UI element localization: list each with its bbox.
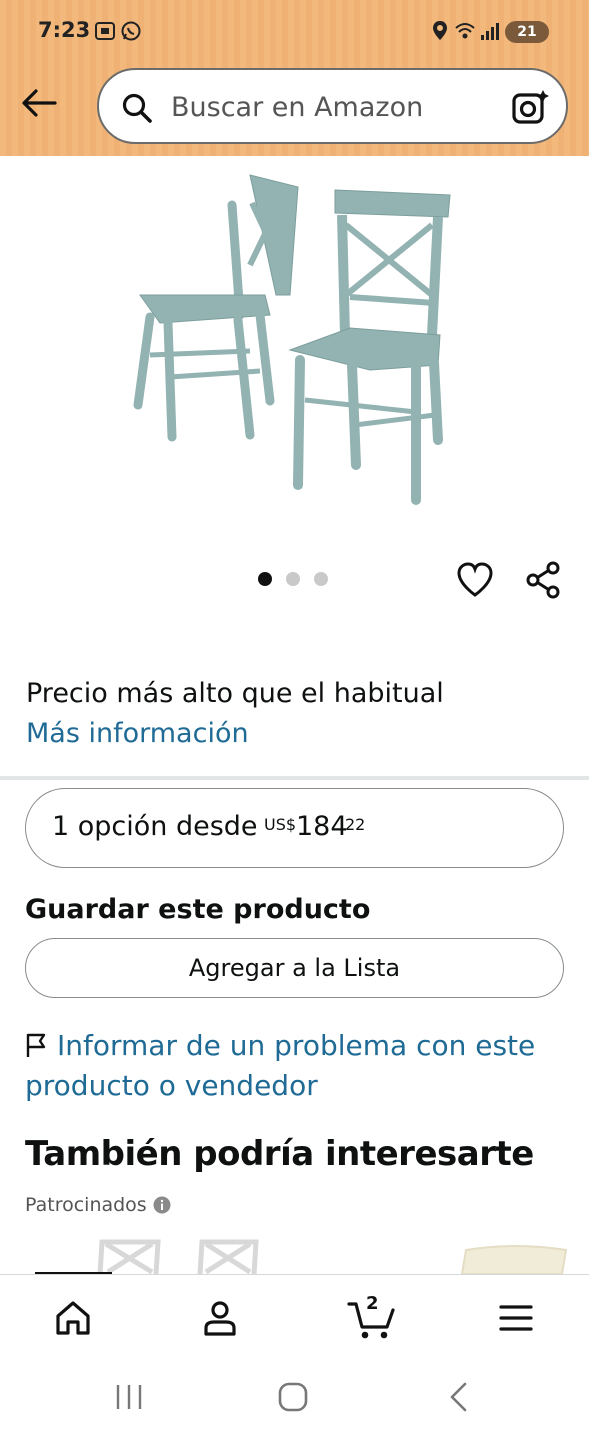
product-thumbnail xyxy=(460,1245,568,1274)
battery-icon: 21 xyxy=(505,21,549,43)
price-currency: US$ xyxy=(264,815,297,834)
more-info-link[interactable]: Más información xyxy=(26,718,249,749)
system-back-icon[interactable] xyxy=(448,1382,470,1416)
sponsored-text: Patrocinados xyxy=(25,1194,147,1216)
camera-lens-icon[interactable] xyxy=(511,88,549,130)
location-icon xyxy=(432,20,448,46)
whatsapp-icon xyxy=(120,20,142,46)
image-pager-dots[interactable] xyxy=(258,572,328,586)
product-thumbnail xyxy=(197,1239,259,1274)
search-input[interactable] xyxy=(171,88,501,126)
share-icon[interactable] xyxy=(523,560,563,604)
signal-icon xyxy=(480,20,500,46)
account-icon xyxy=(204,1301,236,1336)
status-bar: 7:23 21 xyxy=(0,0,589,64)
search-bar[interactable] xyxy=(97,68,568,144)
recommendations-title: También podría interesarte xyxy=(25,1134,534,1174)
price-note: Precio más alto que el habitual xyxy=(26,678,444,709)
flag-icon xyxy=(26,1033,46,1057)
recommendations-carousel[interactable] xyxy=(0,1236,589,1274)
product-image[interactable] xyxy=(120,165,470,510)
status-time: 7:23 xyxy=(38,18,91,42)
section-divider xyxy=(0,776,589,780)
menu-icon xyxy=(499,1305,533,1331)
app-header: 7:23 21 xyxy=(0,0,589,156)
pager-dot[interactable] xyxy=(286,572,300,586)
nav-home[interactable] xyxy=(48,1293,98,1343)
back-button[interactable] xyxy=(16,80,62,126)
system-navigation-bar xyxy=(0,1356,589,1440)
nav-menu[interactable] xyxy=(491,1293,541,1343)
screenshot-icon xyxy=(94,20,116,46)
cart-count-badge: 2 xyxy=(366,1293,379,1314)
report-problem-link[interactable]: Informar de un problema con este product… xyxy=(25,1026,565,1106)
search-icon[interactable] xyxy=(121,92,153,128)
sponsored-label[interactable]: Patrocinados xyxy=(25,1194,171,1216)
home-icon xyxy=(56,1301,90,1335)
price-whole: 184 xyxy=(296,811,348,842)
home-button-icon[interactable] xyxy=(278,1382,308,1416)
back-arrow-icon xyxy=(22,89,57,117)
report-problem-text: Informar de un problema con este product… xyxy=(25,1029,536,1102)
price-fraction: 22 xyxy=(345,815,366,834)
pager-dot[interactable] xyxy=(314,572,328,586)
info-icon[interactable] xyxy=(153,1196,171,1214)
offers-button[interactable]: 1 opción desde US$ 184 22 xyxy=(25,788,564,868)
offer-label: 1 opción desde xyxy=(52,811,258,842)
product-thumbnail xyxy=(97,1239,161,1274)
wifi-icon xyxy=(454,20,476,46)
recent-apps-icon[interactable] xyxy=(114,1382,144,1416)
pager-dot[interactable] xyxy=(258,572,272,586)
nav-cart[interactable]: 2 xyxy=(344,1293,400,1343)
bottom-navigation: 2 xyxy=(0,1274,589,1356)
add-to-list-button[interactable]: Agregar a la Lista xyxy=(25,938,564,998)
heart-icon[interactable] xyxy=(455,560,495,604)
nav-account[interactable] xyxy=(195,1293,245,1343)
save-section-title: Guardar este producto xyxy=(25,894,371,925)
